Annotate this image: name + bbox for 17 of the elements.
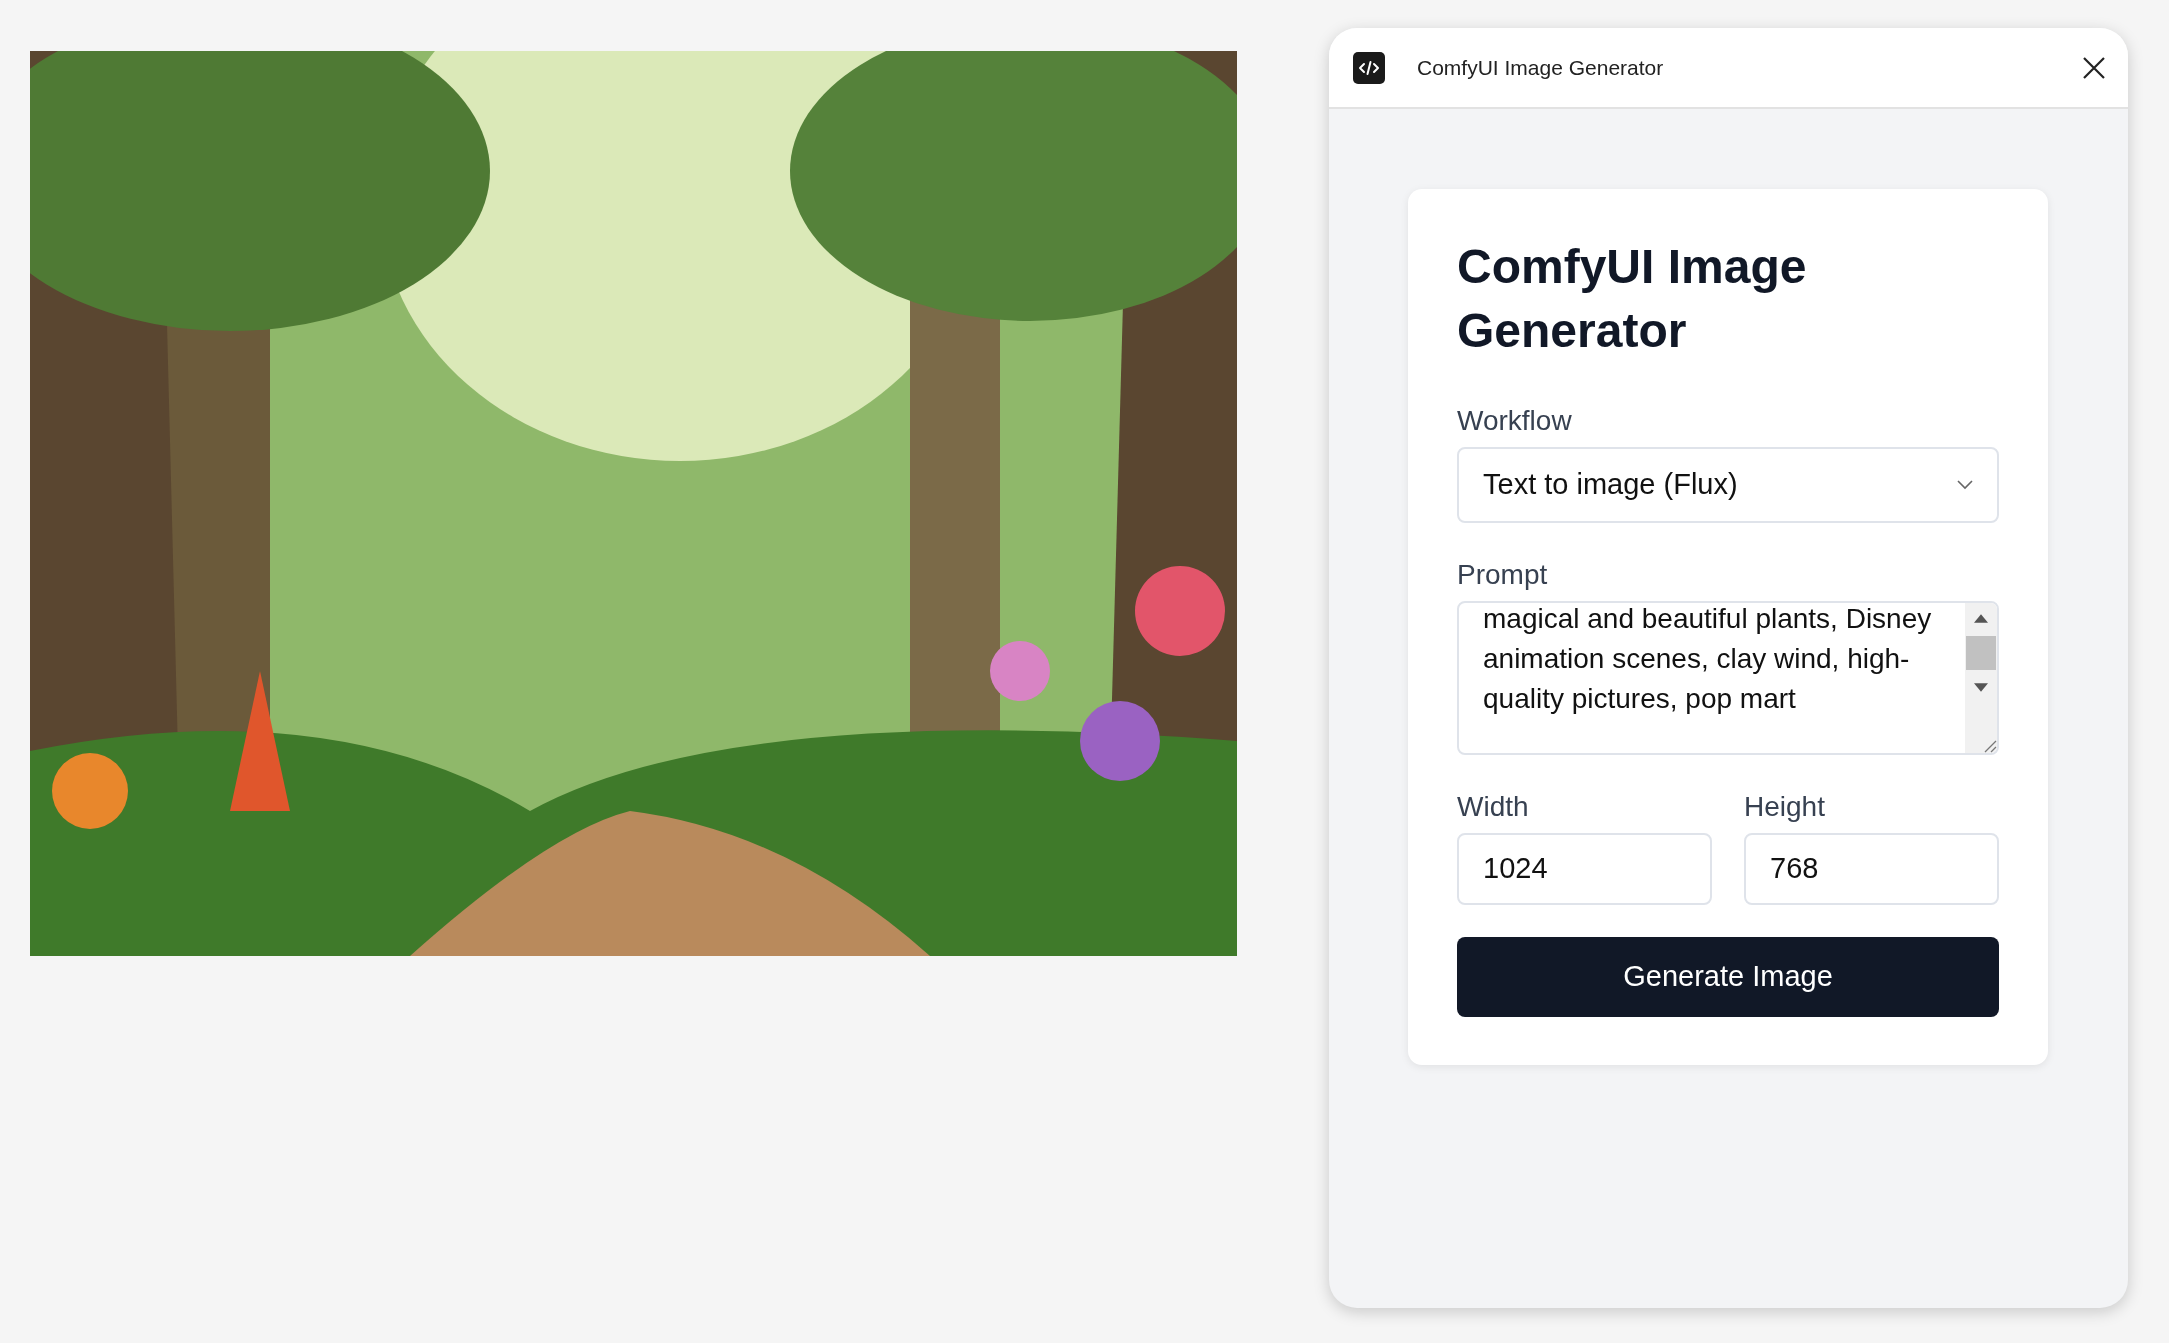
chevron-down-icon bbox=[1957, 479, 1973, 490]
field-label: Height bbox=[1744, 790, 1826, 823]
code-icon bbox=[1353, 51, 1385, 84]
workflow-dropdown[interactable]: Text to image (Flux) bbox=[1457, 446, 1999, 523]
field-label: Prompt bbox=[1457, 558, 1549, 591]
close-icon[interactable] bbox=[2082, 55, 2106, 80]
field-label: Workflow bbox=[1457, 404, 1573, 437]
width-field[interactable]: 1024 bbox=[1457, 832, 1712, 905]
prompt-field[interactable]: magical and beautiful plants, Disney animation scenes, clay wind, high-quality pictures, pop mart bbox=[1457, 600, 1999, 755]
generate-button[interactable]: Generate Image bbox=[1457, 936, 1999, 1017]
form-heading: ComfyUI Image Generator bbox=[1457, 239, 1808, 359]
field-label: Width bbox=[1457, 790, 1530, 823]
scroll-up-icon[interactable] bbox=[1974, 613, 1988, 623]
scroll-down-icon[interactable] bbox=[1974, 682, 1988, 692]
height-field[interactable]: 768 bbox=[1744, 832, 1999, 905]
scrollbar-thumb[interactable] bbox=[1966, 635, 1996, 670]
window-title: ComfyUI Image Generator bbox=[1417, 55, 1665, 80]
